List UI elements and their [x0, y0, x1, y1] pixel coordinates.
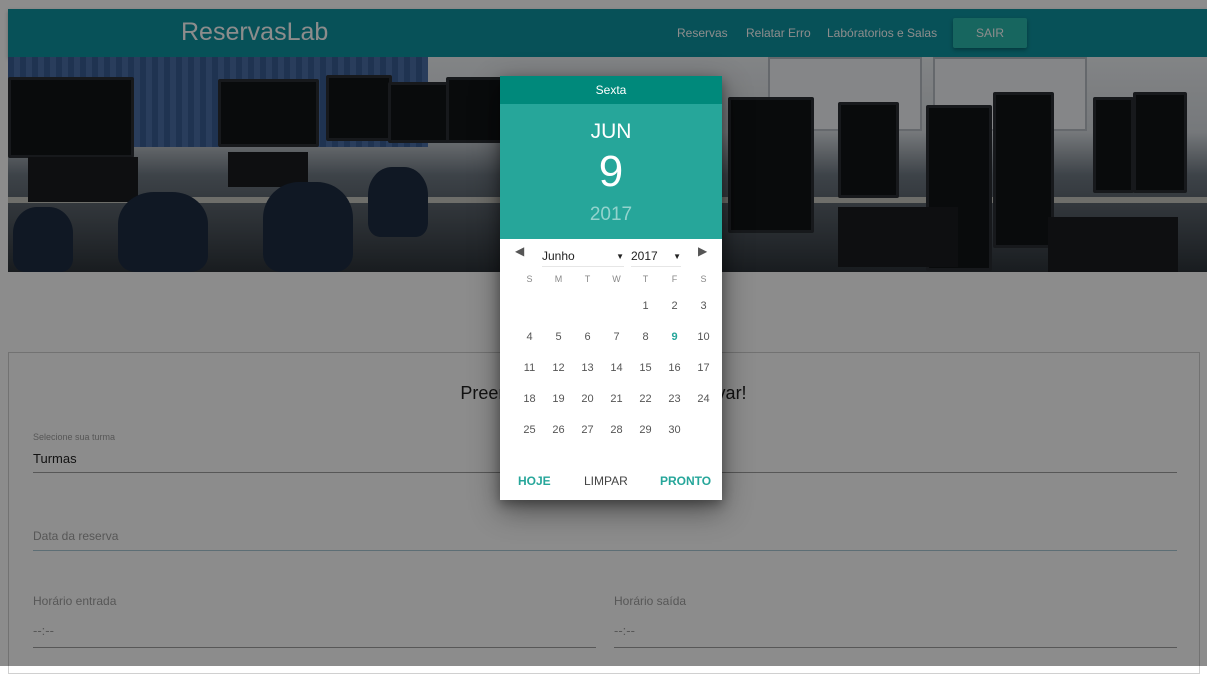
calendar-week: 25 26 27 28 29 30: [515, 414, 718, 445]
calendar-day[interactable]: 27: [573, 414, 602, 445]
calendar-day[interactable]: 24: [689, 383, 718, 414]
calendar-day[interactable]: 30: [660, 414, 689, 445]
calendar-day[interactable]: 15: [631, 352, 660, 383]
calendar-week: 1 2 3: [515, 290, 718, 321]
calendar-day[interactable]: 7: [602, 321, 631, 352]
picker-year[interactable]: 2017: [500, 204, 722, 226]
calendar-day[interactable]: 26: [544, 414, 573, 445]
calendar-day[interactable]: 19: [544, 383, 573, 414]
calendar-day[interactable]: 14: [602, 352, 631, 383]
picker-weekday: Sexta: [500, 76, 722, 104]
weekday-header: S: [700, 274, 707, 284]
weekday-header: F: [671, 274, 678, 284]
calendar-day: [573, 290, 602, 321]
month-select[interactable]: Junho ▼: [542, 246, 624, 267]
clear-button[interactable]: LIMPAR: [584, 474, 628, 488]
calendar-day[interactable]: 6: [573, 321, 602, 352]
chevron-down-icon: ▼: [673, 251, 681, 261]
calendar-day[interactable]: 21: [602, 383, 631, 414]
calendar-day: [544, 290, 573, 321]
calendar-week: 18 19 20 21 22 23 24: [515, 383, 718, 414]
calendar-day[interactable]: 16: [660, 352, 689, 383]
calendar-day[interactable]: 12: [544, 352, 573, 383]
calendar-day[interactable]: 23: [660, 383, 689, 414]
calendar-day-selected[interactable]: 9: [660, 321, 689, 352]
calendar-day[interactable]: 18: [515, 383, 544, 414]
calendar-day[interactable]: 1: [631, 290, 660, 321]
next-month-arrow-icon[interactable]: ▶: [698, 244, 707, 258]
year-select[interactable]: 2017 ▼: [631, 246, 681, 267]
calendar-day: [602, 290, 631, 321]
calendar-day: [689, 414, 718, 445]
calendar-day[interactable]: 8: [631, 321, 660, 352]
weekday-header: M: [554, 274, 563, 284]
weekday-header: T: [584, 274, 591, 284]
calendar-day[interactable]: 17: [689, 352, 718, 383]
picker-month: JUN: [590, 120, 632, 143]
calendar-day[interactable]: 11: [515, 352, 544, 383]
weekday-header-row: S M T W T F S: [515, 268, 718, 290]
month-select-value: Junho: [542, 249, 575, 263]
calendar-week: 11 12 13 14 15 16 17: [515, 352, 718, 383]
calendar-day[interactable]: 22: [631, 383, 660, 414]
calendar-day[interactable]: 10: [689, 321, 718, 352]
calendar-day[interactable]: 4: [515, 321, 544, 352]
weekday-header: T: [642, 274, 649, 284]
picker-actions: HOJE LIMPAR PRONTO: [500, 474, 722, 494]
calendar-day[interactable]: 28: [602, 414, 631, 445]
picker-month-nav: ◀ Junho ▼ 2017 ▼ ▶: [500, 239, 722, 269]
calendar-day[interactable]: 13: [573, 352, 602, 383]
today-button[interactable]: HOJE: [518, 474, 551, 488]
prev-month-arrow-icon[interactable]: ◀: [515, 244, 524, 258]
chevron-down-icon: ▼: [616, 251, 624, 261]
calendar-day[interactable]: 25: [515, 414, 544, 445]
date-picker-modal: Sexta JUN 9 2017 ◀ Junho ▼ 2017 ▼ ▶ S M …: [500, 76, 722, 500]
calendar-day[interactable]: 20: [573, 383, 602, 414]
year-select-value: 2017: [631, 249, 658, 263]
picker-day: 9: [598, 147, 624, 196]
calendar-grid: S M T W T F S 1 2 3 4 5 6 7 8 9 10 11 12…: [515, 268, 718, 445]
picker-date-display: JUN 9 2017: [500, 104, 722, 239]
calendar-day[interactable]: 2: [660, 290, 689, 321]
calendar-day[interactable]: 29: [631, 414, 660, 445]
done-button[interactable]: PRONTO: [660, 474, 711, 488]
weekday-header: S: [526, 274, 533, 284]
calendar-day: [515, 290, 544, 321]
calendar-week: 4 5 6 7 8 9 10: [515, 321, 718, 352]
weekday-header: W: [612, 274, 621, 284]
calendar-day[interactable]: 5: [544, 321, 573, 352]
calendar-day[interactable]: 3: [689, 290, 718, 321]
